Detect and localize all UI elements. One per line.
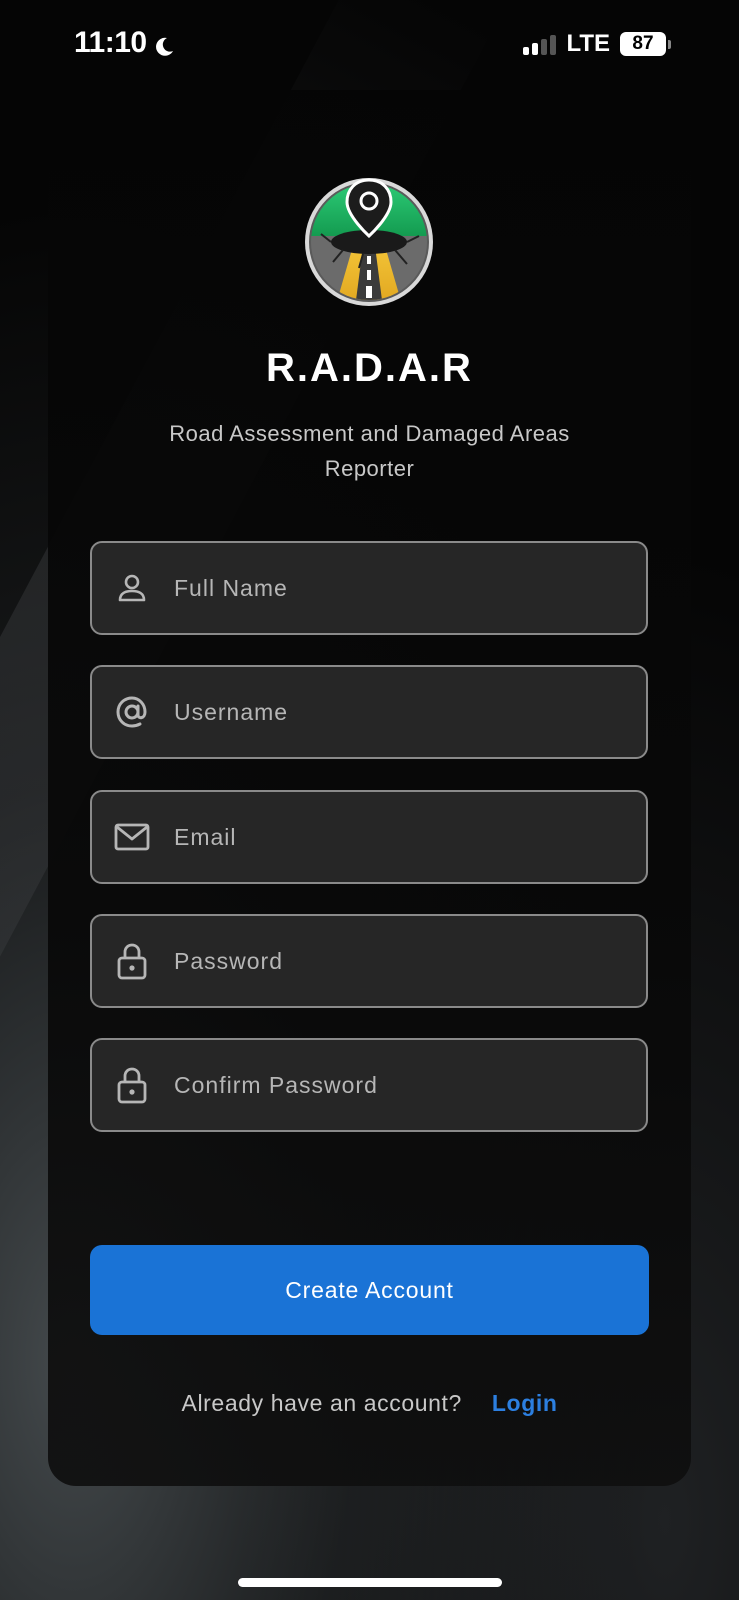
battery-level: 87	[620, 32, 666, 56]
app-title: R.A.D.A.R	[266, 346, 473, 390]
person-icon	[112, 568, 152, 608]
confirm-password-field[interactable]	[90, 1038, 648, 1132]
status-time: 11:10	[74, 26, 175, 60]
password-input[interactable]	[172, 946, 626, 976]
login-prompt-text: Already have an account?	[181, 1390, 462, 1416]
home-indicator[interactable]	[238, 1578, 502, 1587]
register-screen: 11:10 LTE 87 R.A.D.A.R Road Assessment a…	[0, 0, 739, 1600]
status-indicators: LTE 87	[523, 30, 671, 58]
battery-icon: 87	[620, 32, 671, 56]
app-subtitle: Road Assessment and Damaged Areas Report…	[169, 421, 570, 481]
lock-icon	[112, 941, 152, 981]
login-link[interactable]: Login	[492, 1390, 558, 1417]
login-prompt-row: Already have an account? Login	[0, 1390, 739, 1417]
network-type: LTE	[566, 30, 610, 57]
full-name-input[interactable]	[172, 573, 626, 603]
status-time-text: 11:10	[74, 26, 147, 59]
at-sign-icon	[112, 692, 152, 732]
envelope-icon	[112, 817, 152, 857]
username-field[interactable]	[90, 665, 648, 759]
email-field[interactable]	[90, 790, 648, 884]
cellular-signal-icon	[523, 33, 557, 55]
username-input[interactable]	[172, 697, 626, 727]
password-field[interactable]	[90, 914, 648, 1008]
status-bar: 11:10 LTE 87	[0, 0, 739, 88]
email-input[interactable]	[172, 822, 626, 852]
confirm-password-input[interactable]	[172, 1070, 626, 1100]
lock-icon	[112, 1065, 152, 1105]
app-logo-icon	[303, 176, 435, 308]
create-account-button[interactable]: Create Account	[90, 1245, 649, 1335]
full-name-field[interactable]	[90, 541, 648, 635]
moon-icon	[153, 32, 175, 56]
